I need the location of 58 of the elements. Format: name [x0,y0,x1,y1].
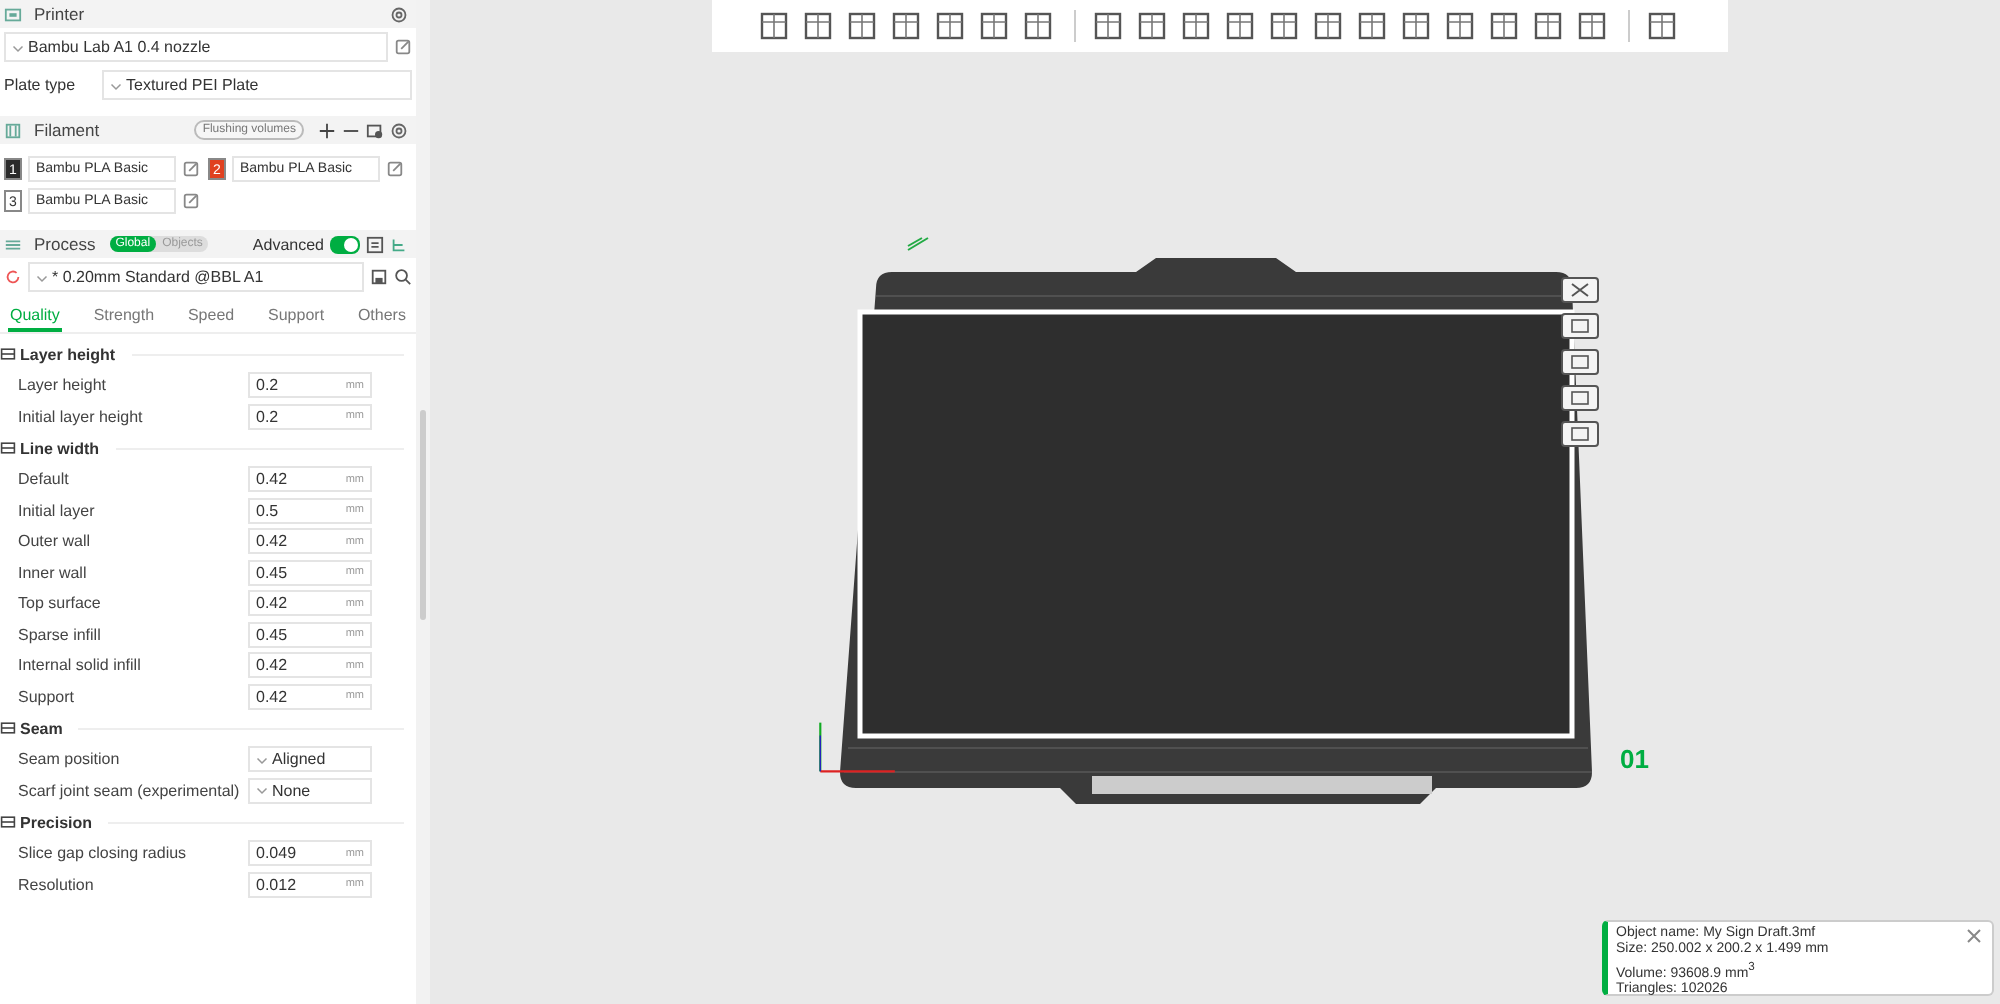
group-icon [0,814,16,830]
plate-type-label: Plate type [4,76,78,94]
sync-icon[interactable] [366,121,384,139]
group-icon [0,346,16,362]
add-icon[interactable] [318,121,336,139]
edit-icon[interactable] [182,160,200,178]
setting-label: Layer height [18,376,109,395]
setting-label: Support [18,687,77,706]
printer-select[interactable]: Bambu Lab A1 0.4 nozzle [4,32,388,62]
setting-label: Default [18,470,71,489]
setting-label: Top surface [18,594,103,613]
setting-label: Slice gap closing radius [18,844,189,863]
group-icon [0,440,16,456]
setting-label: Outer wall [18,532,93,551]
group-title: Precision [20,813,93,831]
plate-type-select[interactable]: Textured PEI Plate [102,70,412,100]
section-title: Process [34,234,96,254]
dropdown-field[interactable]: None [248,777,372,804]
printer-icon [4,5,22,23]
advanced-toggle[interactable] [330,235,360,253]
setting-label: Seam position [18,750,122,769]
edit-icon[interactable] [394,38,412,56]
process-icon [4,235,22,253]
scrollbar[interactable] [420,410,426,620]
close-icon[interactable] [1560,276,1600,304]
list-icon[interactable] [366,235,384,253]
edit-icon[interactable] [182,192,200,210]
advanced-label: Advanced [252,235,324,253]
setting-label: Initial layer height [18,407,145,426]
filament-icon [4,121,22,139]
chevron-down-icon [36,271,48,283]
settings-tab[interactable]: Strength [91,300,157,332]
search-icon[interactable] [394,268,412,286]
process-preset-select[interactable]: * 0.20mm Standard @BBL A1 [28,262,364,292]
chevron-down-icon [12,41,24,53]
group-title: Layer height [20,345,116,363]
chevron-down-icon [256,784,268,797]
setting-label: Sparse infill [18,625,103,644]
chevron-down-icon [110,79,122,91]
edit-icon[interactable] [386,160,404,178]
chevron-down-icon [256,753,268,766]
setting-label: Inner wall [18,563,89,582]
settings-tab[interactable]: Others [355,300,408,332]
group-title: Seam [20,719,63,737]
reset-icon[interactable] [4,268,22,286]
section-title: Filament [34,120,100,140]
settings-tab[interactable]: Support [266,300,327,332]
setting-label: Resolution [18,875,96,894]
group-title: Line width [20,439,100,457]
plate-number: 01 [1620,744,1649,774]
setting-label: Internal solid infill [18,656,143,675]
group-icon [0,720,16,736]
save-icon[interactable] [370,268,388,286]
setting-label: Initial layer [18,501,97,520]
dropdown-field[interactable]: Aligned [248,746,372,773]
settings-tab[interactable]: Speed [185,300,237,332]
setting-label: Scarf joint seam (experimental) [18,781,242,800]
section-title: Printer [34,4,85,24]
